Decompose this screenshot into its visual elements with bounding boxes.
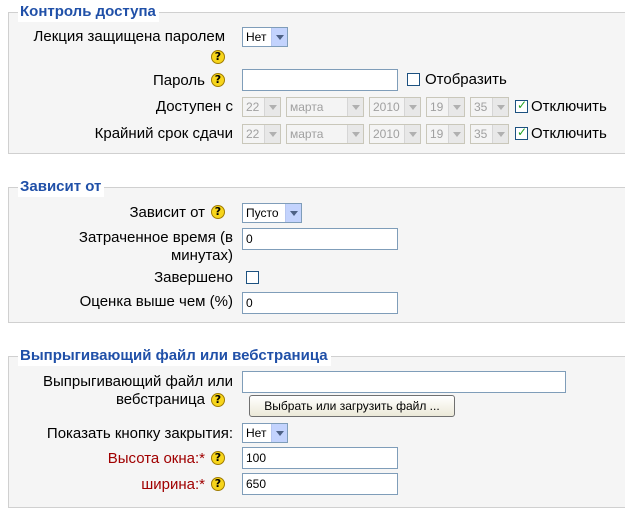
available-from-minute-select: 35 — [470, 97, 509, 117]
depends-on-label: Зависит от — [129, 204, 205, 221]
deadline-disable-checkbox[interactable] — [515, 125, 528, 140]
show-close-label: Показать кнопку закрытия: — [46, 425, 233, 442]
deadline-month-select: марта — [286, 124, 364, 144]
password-protected-select[interactable]: Нет — [242, 27, 288, 47]
available-from-day-select: 22 — [242, 97, 281, 117]
deadline-disable-label: Отключить — [531, 125, 607, 142]
help-icon[interactable]: ? — [211, 393, 225, 407]
deadline-label: Крайний срок сдачи — [94, 125, 233, 142]
help-icon[interactable]: ? — [211, 73, 225, 87]
deadline-year-select: 2010 — [369, 124, 421, 144]
help-icon[interactable]: ? — [211, 451, 225, 465]
available-from-label: Доступен с — [155, 98, 233, 115]
window-width-label: ширина:* — [141, 476, 205, 493]
depends-on-select[interactable]: Пусто — [242, 203, 302, 223]
reveal-password-label: Отобразить — [425, 71, 507, 88]
show-close-select[interactable]: Нет — [242, 423, 288, 443]
grade-better-input[interactable]: 0 — [242, 292, 398, 314]
window-width-input[interactable]: 650 — [242, 473, 398, 495]
deadline-minute-select: 35 — [470, 124, 509, 144]
available-from-disable-checkbox[interactable] — [515, 98, 528, 113]
completed-checkbox[interactable] — [246, 271, 259, 284]
popup-file-input[interactable] — [242, 371, 566, 393]
access-control-legend[interactable]: Контроль доступа — [18, 2, 159, 22]
popup-legend[interactable]: Выпрыгивающий файл или вебстраница — [18, 346, 331, 366]
grade-better-label: Оценка выше чем (%) — [79, 293, 233, 310]
available-from-disable-label: Отключить — [531, 98, 607, 115]
help-icon[interactable]: ? — [211, 50, 225, 64]
time-spent-label-line2: минутах) — [170, 247, 233, 264]
reveal-password-checkbox[interactable] — [407, 73, 420, 86]
window-height-input[interactable]: 100 — [242, 447, 398, 469]
help-icon[interactable]: ? — [211, 477, 225, 491]
deadline-hour-select: 19 — [426, 124, 465, 144]
password-protected-label: Лекция защищена паролем — [33, 28, 225, 45]
time-spent-label-line1: Затраченное время (в — [78, 229, 233, 246]
completed-label: Завершено — [154, 269, 233, 286]
password-label: Пароль — [152, 72, 205, 89]
password-input[interactable] — [242, 69, 398, 91]
deadline-day-select: 22 — [242, 124, 281, 144]
choose-file-button[interactable]: Выбрать или загрузить файл ... — [249, 395, 455, 417]
time-spent-input[interactable]: 0 — [242, 228, 398, 250]
available-from-hour-select: 19 — [426, 97, 465, 117]
help-icon[interactable]: ? — [211, 205, 225, 219]
popup-file-label-line2: вебстраница — [115, 391, 205, 408]
depends-on-legend[interactable]: Зависит от — [18, 177, 105, 197]
available-from-year-select: 2010 — [369, 97, 421, 117]
popup-file-label-line1: Выпрыгивающий файл или — [42, 373, 233, 390]
available-from-month-select: марта — [286, 97, 364, 117]
window-height-label: Высота окна:* — [107, 450, 205, 467]
